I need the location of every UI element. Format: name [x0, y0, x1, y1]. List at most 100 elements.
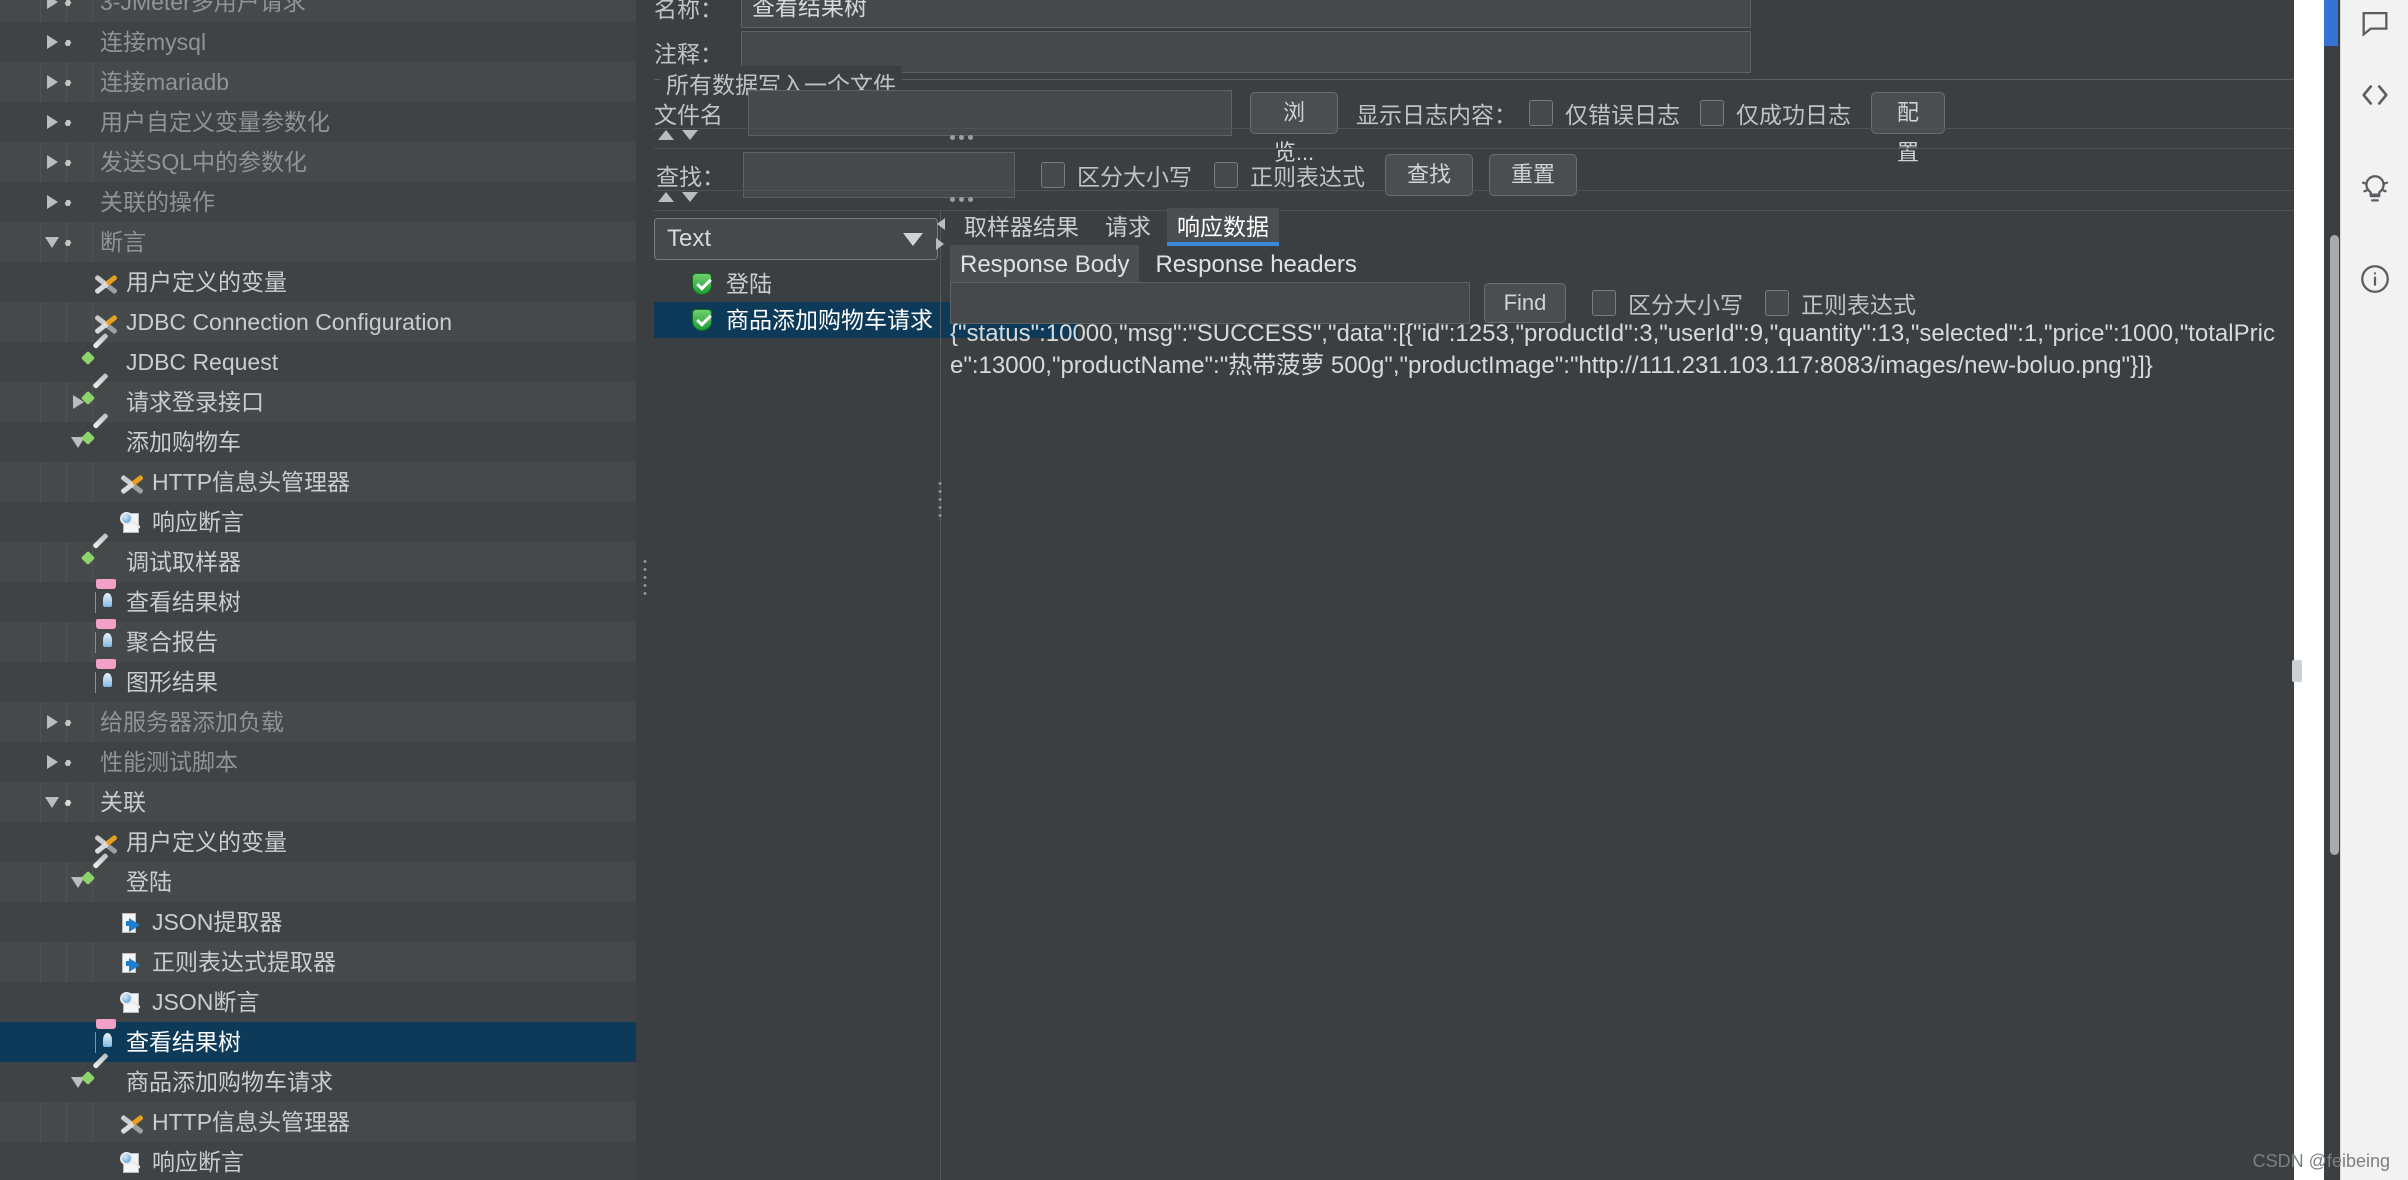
tree-item[interactable]: 关联 [0, 782, 636, 822]
tree-expand-toggle[interactable] [40, 702, 64, 742]
chevron-up-icon[interactable] [658, 192, 674, 202]
tree-item[interactable]: 连接mariadb [0, 62, 636, 102]
tree-item[interactable]: 正则表达式提取器 [0, 942, 636, 982]
code-icon[interactable] [2358, 78, 2392, 117]
chevron-left-icon[interactable] [937, 218, 945, 230]
results-splitter-grip[interactable] [938, 482, 942, 517]
tree-item[interactable]: 用户定义的变量 [0, 822, 636, 862]
chevron-right-icon[interactable] [936, 238, 944, 250]
tab-request[interactable]: 请求 [1095, 208, 1161, 246]
response-match-case-checkbox[interactable] [1592, 290, 1616, 316]
tree-expand-toggle[interactable] [40, 742, 64, 782]
tree-item[interactable]: JDBC Request [0, 332, 636, 382]
collapse-bar-1[interactable] [658, 130, 698, 140]
info-icon[interactable] [2358, 262, 2392, 301]
tree-item[interactable]: HTTP信息头管理器 [0, 1102, 636, 1142]
tree-item[interactable]: 性能测试脚本 [0, 742, 636, 782]
tree-item[interactable]: 图形结果 [0, 659, 636, 702]
only-success-log-checkbox[interactable] [1700, 100, 1724, 126]
tree-item[interactable]: 发送SQL中的参数化 [0, 142, 636, 182]
response-tabs[interactable]: 取样器结果 请求 响应数据 [954, 208, 1279, 246]
gear-icon [68, 151, 92, 175]
collapse-bar-2[interactable] [658, 192, 698, 202]
tree-item[interactable]: 用户自定义变量参数化 [0, 102, 636, 142]
tree-collapse-toggle[interactable] [40, 222, 64, 262]
results-splitter-arrow-right[interactable] [936, 238, 946, 254]
tab-sampler-result[interactable]: 取样器结果 [954, 208, 1089, 246]
tree-item-label: 查看结果树 [126, 1029, 241, 1055]
tree-item[interactable]: JSON断言 [0, 982, 636, 1022]
right-tool-rail[interactable] [2340, 0, 2408, 1180]
lightbulb-icon[interactable] [2358, 172, 2392, 211]
response-regex-checkbox[interactable] [1765, 290, 1789, 316]
tree-item[interactable]: 给服务器添加负载 [0, 702, 636, 742]
response-body-container[interactable]: {"status":10000,"msg":"SUCCESS","data":[… [950, 318, 2294, 1180]
jmeter-window: 3-JMeter多用户请求 连接mysql 连接mariadb 用户自定义变量参数化发… [0, 0, 2408, 1180]
chevron-up-icon[interactable] [658, 130, 674, 140]
filename-input[interactable] [748, 90, 1232, 136]
tree-item-label: 商品添加购物车请求 [126, 1069, 333, 1095]
drag-handle-dots[interactable] [950, 197, 973, 202]
tree-item[interactable]: 响应断言 [0, 502, 636, 542]
chart-icon [94, 579, 118, 615]
tree-item[interactable]: 聚合报告 [0, 619, 636, 662]
tree-expand-toggle[interactable] [40, 0, 64, 22]
gear-icon [68, 711, 92, 735]
render-as-select[interactable]: Text [654, 218, 938, 260]
edge-tab-handle[interactable] [2292, 660, 2302, 682]
tree-expand-toggle[interactable] [40, 102, 64, 142]
splitter-grip[interactable] [643, 560, 647, 595]
tree-item[interactable]: 响应断言 [0, 1142, 636, 1180]
name-input[interactable]: 查看结果树 [741, 0, 1751, 28]
only-error-log-checkbox[interactable] [1529, 100, 1553, 126]
tree-item[interactable]: HTTP信息头管理器 [0, 462, 636, 502]
tree-collapse-toggle[interactable] [40, 782, 64, 822]
search-input[interactable] [743, 152, 1015, 198]
tree-item[interactable]: 添加购物车 [0, 412, 636, 462]
tree-item-label: 用户定义的变量 [126, 269, 287, 295]
results-splitter-arrows[interactable] [936, 218, 946, 234]
comment-icon[interactable] [2358, 6, 2392, 45]
watermark: CSDN @feibeing [2252, 1151, 2390, 1171]
response-subtabs[interactable]: Response Body Response headers [950, 245, 1367, 285]
editor-scrollbar[interactable] [2330, 235, 2339, 855]
tree-item[interactable]: 调试取样器 [0, 532, 636, 582]
tree-item[interactable]: 3-JMeter多用户请求 [0, 0, 636, 22]
tree-item[interactable]: 登陆 [0, 852, 636, 902]
tab-response-data[interactable]: 响应数据 [1167, 208, 1279, 246]
tree-item[interactable]: JSON提取器 [0, 902, 636, 942]
tree-item-label: 正则表达式提取器 [152, 949, 336, 975]
tree-item[interactable]: 商品添加购物车请求 [0, 1052, 636, 1102]
tree-item[interactable]: 请求登录接口 [0, 372, 636, 422]
render-as-value: Text [667, 225, 712, 252]
tree-item-label: 性能测试脚本 [100, 749, 238, 775]
chevron-down-icon[interactable] [903, 232, 923, 246]
search-regex-checkbox[interactable] [1214, 162, 1238, 188]
tree-item[interactable]: 关联的操作 [0, 182, 636, 222]
pipette-icon [80, 372, 118, 415]
tree-splitter[interactable] [636, 0, 654, 1180]
search-match-case-checkbox[interactable] [1041, 162, 1065, 188]
tree-expand-toggle[interactable] [40, 62, 64, 102]
search-regex-label: 正则表达式 [1250, 164, 1365, 190]
tools-icon [120, 471, 144, 495]
tree-expand-toggle[interactable] [40, 142, 64, 182]
response-match-case-label: 区分大小写 [1628, 292, 1743, 318]
tree-expand-toggle[interactable] [40, 22, 64, 62]
drag-handle-dots[interactable] [950, 135, 973, 140]
tree-item[interactable]: 用户定义的变量 [0, 262, 636, 302]
tree-item[interactable]: 连接mysql [0, 22, 636, 62]
test-plan-tree[interactable]: 3-JMeter多用户请求 连接mysql 连接mariadb 用户自定义变量参数化发… [0, 0, 636, 1180]
chevron-down-icon[interactable] [682, 192, 698, 202]
tree-item[interactable]: 查看结果树 [0, 579, 636, 622]
subtab-response-body[interactable]: Response Body [950, 245, 1140, 285]
subtab-response-headers[interactable]: Response headers [1145, 245, 1366, 285]
tree-expand-toggle[interactable] [40, 182, 64, 222]
response-body-text: {"status":10000,"msg":"SUCCESS","data":[… [950, 320, 2275, 379]
chevron-down-icon[interactable] [682, 130, 698, 140]
response-find-button[interactable]: Find [1484, 283, 1566, 323]
tree-item[interactable]: 断言 [0, 222, 636, 262]
tree-item[interactable]: 查看结果树 [0, 1019, 636, 1062]
tree-item[interactable]: JDBC Connection Configuration [0, 302, 636, 342]
filename-row: 文件名 浏览... 显示日志内容： 仅错误日志 仅成功日志 配置 [654, 90, 1945, 165]
